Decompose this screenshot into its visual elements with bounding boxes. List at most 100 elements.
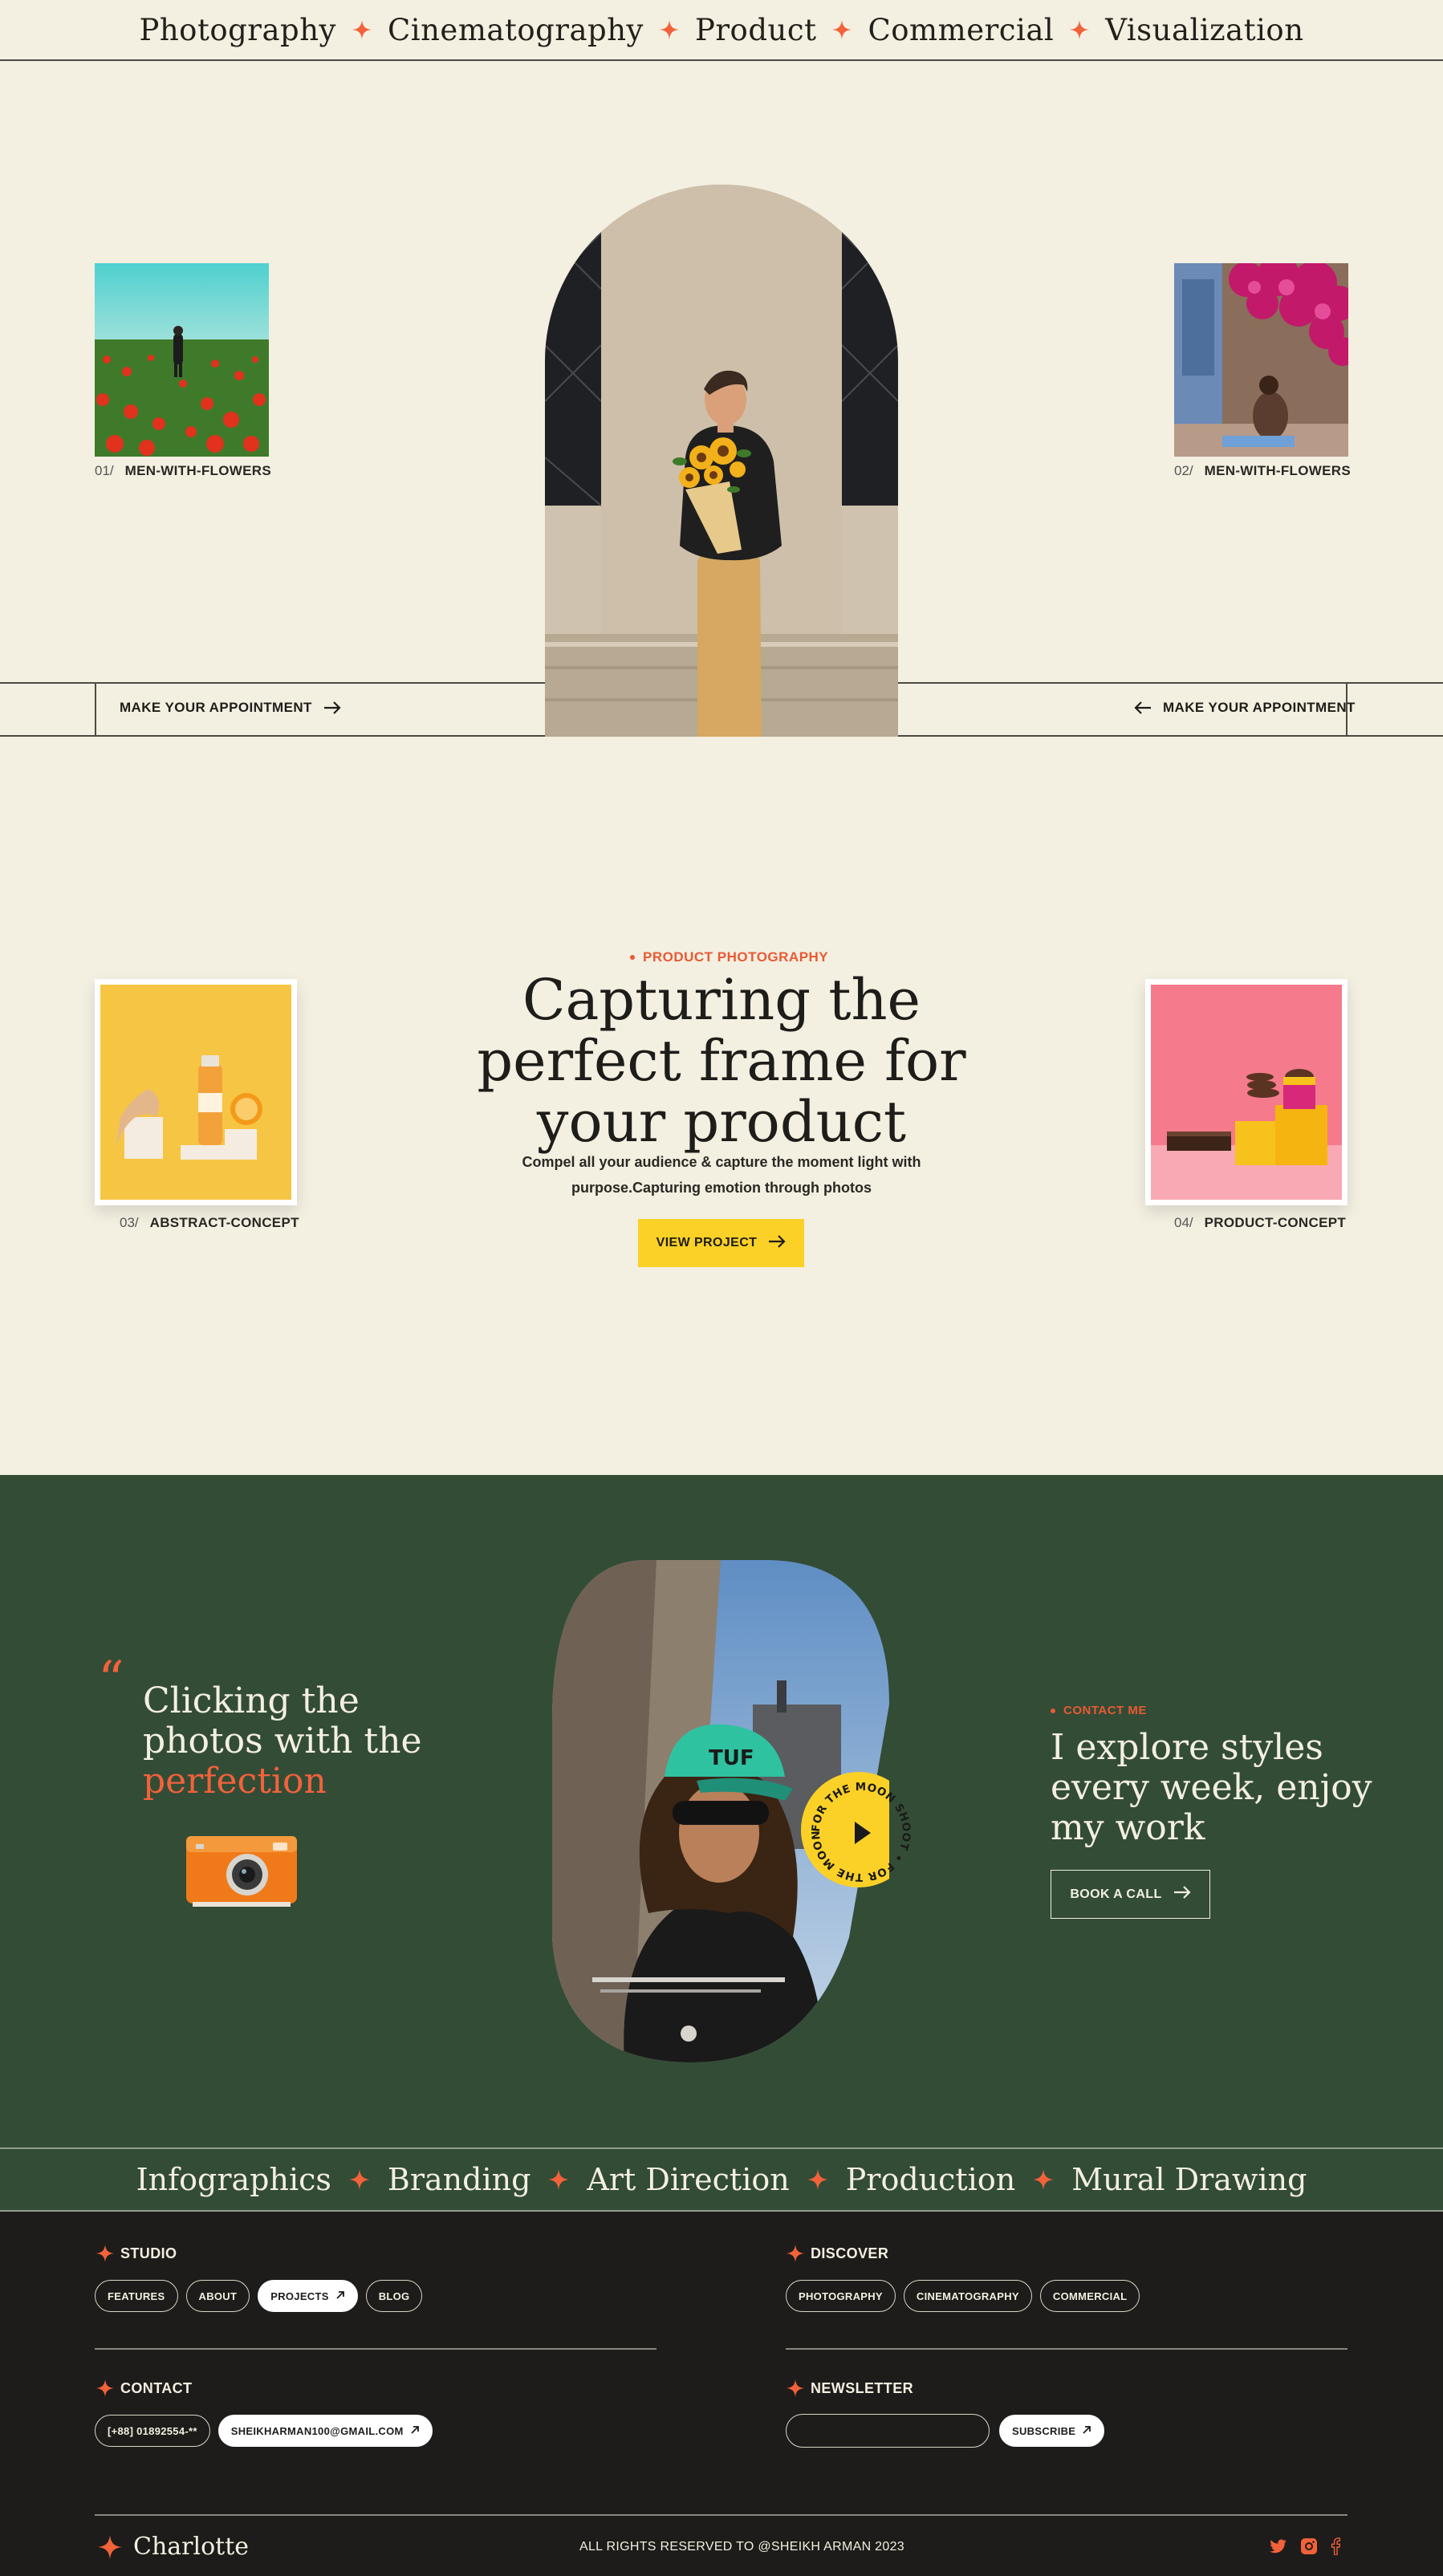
- contact-heading: CONTACT: [96, 2379, 192, 2397]
- card-abstract-concept[interactable]: [95, 979, 297, 1205]
- facebook-icon[interactable]: [1331, 2537, 1341, 2559]
- twitter-icon[interactable]: [1270, 2539, 1287, 2558]
- copyright-text: ALL RIGHTS RESERVED TO @SHEIKH ARMAN 202…: [579, 2540, 904, 2554]
- email-link[interactable]: SHEIKHARMAN100@GMAIL.COM: [217, 2415, 433, 2447]
- feature-heading: Clicking the photos with the perfection: [143, 1681, 448, 1802]
- star-icon: [787, 2379, 804, 2397]
- newsletter-title: NEWSLETTER: [811, 2379, 913, 2396]
- link-projects-label: PROJECTS: [270, 2290, 329, 2302]
- studio-links: FEATURES ABOUT PROJECTS BLOG: [95, 2280, 423, 2312]
- marquee-item: Commercial: [868, 12, 1055, 47]
- discover-links: PHOTOGRAPHY CINEMATOGRAPHY COMMERCIAL: [786, 2280, 1140, 2312]
- product-tag: PRODUCT PHOTOGRAPHY: [630, 949, 828, 965]
- description-line: purpose.Capturing emotion through photos: [571, 1180, 872, 1196]
- marquee-item: Art Direction: [587, 2162, 790, 2197]
- marquee-item: Production: [845, 2162, 1016, 2197]
- contact-title: CONTACT: [120, 2379, 193, 2396]
- appointment-label: MAKE YOUR APPOINTMENT: [120, 700, 312, 715]
- poppy-field-photo: [95, 263, 269, 457]
- svg-text:TUF: TUF: [709, 1746, 754, 1770]
- description-line: Compel all your audience & capture the m…: [522, 1154, 921, 1170]
- quote-mark: “: [98, 1651, 124, 1710]
- card-caption-right: 04/ PRODUCT-CONCEPT: [1174, 1215, 1346, 1231]
- heading-line: perfect frame for: [477, 1028, 966, 1094]
- card-label: ABSTRACT-CONCEPT: [149, 1215, 299, 1230]
- marquee-item: Branding: [387, 2162, 531, 2197]
- star-icon: [832, 20, 852, 39]
- arrow-up-right-icon: [410, 2425, 420, 2437]
- link-commercial[interactable]: COMMERCIAL: [1039, 2280, 1140, 2312]
- contact-me-label: CONTACT ME: [1063, 1704, 1147, 1717]
- appointment-label: MAKE YOUR APPOINTMENT: [1163, 700, 1356, 715]
- arrow-right-icon: [768, 1234, 786, 1253]
- heading-line: every week, enjoy: [1051, 1767, 1372, 1808]
- instagram-icon[interactable]: [1300, 2537, 1318, 2559]
- feature-right-heading: I explore styles every week, enjoy my wo…: [1051, 1728, 1388, 1848]
- heading-line: your product: [536, 1089, 907, 1155]
- link-cinematography[interactable]: CINEMATOGRAPHY: [903, 2280, 1032, 2312]
- link-features[interactable]: FEATURES: [95, 2280, 178, 2312]
- arrow-right-icon: [1173, 1885, 1191, 1904]
- marquee-item: Visualization: [1105, 12, 1304, 47]
- dot-icon: [1051, 1708, 1055, 1713]
- link-about[interactable]: ABOUT: [185, 2280, 250, 2312]
- studio-title: STUDIO: [120, 2245, 177, 2261]
- phone-link[interactable]: [+88] 01892554-**: [95, 2415, 210, 2447]
- card-product-concept[interactable]: [1145, 979, 1347, 1205]
- appointment-button-right[interactable]: MAKE YOUR APPOINTMENT: [1134, 700, 1356, 716]
- card-number: 04/: [1174, 1215, 1193, 1230]
- marquee-item: Cinematography: [387, 12, 644, 47]
- marquee-item: Infographics: [136, 2162, 331, 2197]
- heading-highlight: perfection: [143, 1761, 327, 1802]
- arrow-right-icon: [323, 701, 341, 715]
- dot-icon: [630, 955, 635, 960]
- bougainvillea-photo: [1174, 263, 1348, 457]
- arrow-up-right-icon: [335, 2290, 345, 2302]
- thumb-caption-right: 02/ MEN-WITH-FLOWERS: [1174, 463, 1351, 479]
- top-marquee: Photography Cinematography Product Comme…: [0, 0, 1443, 61]
- divider: [95, 682, 96, 737]
- divider: [95, 2514, 1347, 2516]
- thumb-label: MEN-WITH-FLOWERS: [124, 463, 271, 478]
- bottom-marquee: Infographics Branding Art Direction Prod…: [0, 2147, 1443, 2212]
- star-icon: [98, 2534, 122, 2559]
- discover-heading: DISCOVER: [787, 2245, 888, 2262]
- star-icon: [807, 2169, 828, 2190]
- star-icon: [352, 20, 372, 39]
- footer-brand[interactable]: Charlotte: [98, 2533, 249, 2561]
- subscribe-button[interactable]: SUBSCRIBE: [999, 2415, 1105, 2447]
- camera-image: [183, 1828, 300, 1912]
- book-a-call-button[interactable]: BOOK A CALL: [1051, 1870, 1210, 1919]
- appointment-button-left[interactable]: MAKE YOUR APPOINTMENT: [120, 700, 341, 716]
- thumb-number: 01/: [95, 463, 114, 478]
- newsletter-form: SUBSCRIBE: [786, 2414, 1105, 2448]
- thumb-men-with-flowers-right[interactable]: [1174, 263, 1348, 457]
- link-blog[interactable]: BLOG: [365, 2280, 423, 2312]
- thumb-men-with-flowers-left[interactable]: [95, 263, 269, 457]
- moon-shoot-badge[interactable]: FOR THE MOON SHOOT • FOR THE MOON SHOOT …: [796, 1762, 921, 1896]
- email-label: SHEIKHARMAN100@GMAIL.COM: [230, 2424, 404, 2437]
- view-project-label: VIEW PROJECT: [656, 1236, 758, 1249]
- marquee-item: Photography: [139, 12, 336, 47]
- heading-line: my work: [1051, 1807, 1205, 1848]
- view-project-button[interactable]: VIEW PROJECT: [638, 1219, 804, 1267]
- heading-line: Clicking the: [143, 1680, 360, 1721]
- studio-heading: STUDIO: [96, 2245, 177, 2262]
- card-label: PRODUCT-CONCEPT: [1204, 1215, 1347, 1230]
- star-icon: [659, 20, 679, 39]
- marquee-item: Mural Drawing: [1071, 2162, 1307, 2197]
- social-links: [1270, 2537, 1341, 2559]
- star-icon: [548, 2169, 570, 2190]
- card-number: 03/: [120, 1215, 139, 1230]
- product-tag-label: PRODUCT PHOTOGRAPHY: [643, 949, 829, 965]
- thumb-caption-left: 01/ MEN-WITH-FLOWERS: [95, 463, 271, 479]
- thumb-number: 02/: [1174, 463, 1193, 478]
- link-projects[interactable]: PROJECTS: [258, 2280, 358, 2312]
- divider: [95, 2348, 656, 2350]
- card-caption-left: 03/ ABSTRACT-CONCEPT: [120, 1215, 299, 1231]
- arrow-up-right-icon: [1082, 2425, 1091, 2437]
- newsletter-email-input[interactable]: [786, 2414, 990, 2448]
- contact-me-tag: CONTACT ME: [1051, 1704, 1147, 1717]
- link-photography[interactable]: PHOTOGRAPHY: [786, 2280, 896, 2312]
- star-icon: [96, 2379, 114, 2397]
